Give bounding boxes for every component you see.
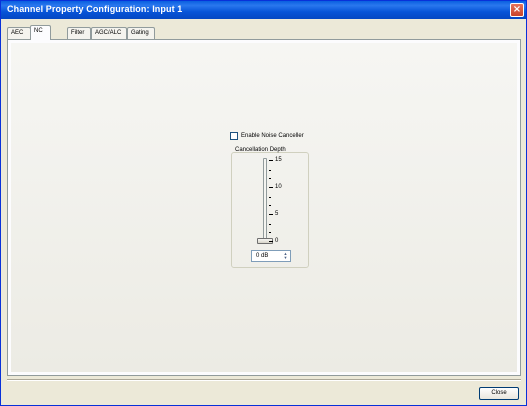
tick-5 (269, 214, 273, 215)
enable-noise-canceller-checkbox[interactable] (230, 132, 238, 140)
tick-minor (269, 197, 271, 198)
tick-minor (269, 170, 271, 171)
tick-label-0: 0 (275, 238, 279, 244)
dialog-window: Channel Property Configuration: Input 1 … (0, 0, 527, 406)
tick-minor (269, 232, 271, 233)
spin-buttons: ▲ ▼ (282, 252, 289, 260)
tick-0 (269, 241, 273, 242)
tick-minor (269, 178, 271, 179)
title-bar[interactable]: Channel Property Configuration: Input 1 … (1, 1, 526, 19)
tab-nc[interactable]: NC (30, 25, 51, 40)
tab-aec[interactable]: AEC (7, 27, 31, 39)
tick-10 (269, 187, 273, 188)
close-button[interactable]: Close (479, 387, 519, 400)
tick-minor (269, 205, 271, 206)
depth-slider-track[interactable] (263, 158, 267, 242)
tick-label-15: 15 (275, 157, 282, 163)
tick-label-10: 10 (275, 184, 282, 190)
tick-15 (269, 160, 273, 161)
tick-label-5: 5 (275, 211, 279, 217)
depth-spin-box[interactable]: 0 dB ▲ ▼ (251, 250, 291, 262)
tab-agc-alc[interactable]: AGC/ALC (91, 27, 127, 39)
tab-filter[interactable]: Filter (67, 27, 91, 39)
spin-down-icon[interactable]: ▼ (282, 256, 289, 260)
tick-minor (269, 224, 271, 225)
enable-noise-canceller-label: Enable Noise Canceller (241, 133, 304, 139)
cancellation-depth-label: Cancellation Depth (235, 147, 286, 153)
depth-value[interactable]: 0 dB (256, 252, 268, 260)
window-title: Channel Property Configuration: Input 1 (7, 4, 183, 14)
footer-separator (7, 379, 521, 381)
tab-gating[interactable]: Gating (127, 27, 155, 39)
close-icon[interactable]: × (510, 3, 524, 17)
